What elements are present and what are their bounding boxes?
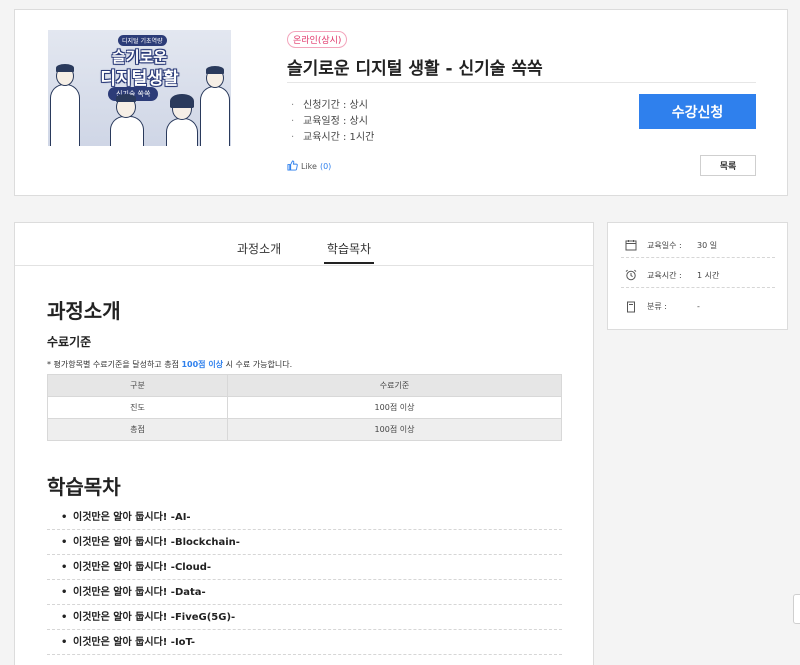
content-tabs: 과정소개 학습목차 [15, 223, 593, 266]
summary-label: 분류 : [647, 302, 667, 311]
list-item: 이것만은 알아 둡시다! -FiveG(5G)- [47, 605, 562, 630]
summary-category: 분류 : - [621, 294, 775, 319]
summary-label: 교육일수 : [647, 240, 682, 250]
summary-value: 1 시간 [697, 270, 720, 280]
criteria-table: 구분 수료기준 진도 100점 이상 총점 100점 이상 [47, 374, 562, 441]
tab-curriculum[interactable]: 학습목차 [324, 240, 374, 264]
alarm-clock-icon [625, 269, 637, 281]
thumbnail-badge: 디지털 기초역량 [118, 35, 167, 46]
course-type-tag: 온라인(상시) [287, 31, 348, 48]
table-header: 구분 [47, 374, 228, 397]
summary-label: 교육시간 : [647, 270, 682, 280]
table-cell: 진도 [47, 396, 228, 419]
scroll-to-top-button[interactable] [793, 594, 800, 624]
course-thumbnail[interactable]: 디지털 기초역량 슬기로운 디지털생활 신기술 쏙쏙 [48, 30, 231, 146]
summary-value: - [697, 302, 700, 311]
apply-button[interactable]: 수강신청 [639, 94, 756, 129]
table-header: 수료기준 [227, 374, 562, 397]
divider [287, 82, 756, 83]
table-header-row: 구분 수료기준 [47, 374, 562, 397]
like-button[interactable]: Like (0) [287, 160, 331, 173]
calendar-icon [625, 239, 637, 251]
course-summary-card: 교육일수 : 30 일 교육시간 : 1 시간 분류 : - [607, 222, 788, 330]
like-count: (0) [319, 162, 332, 171]
note-highlight: 100점 이상 [181, 360, 224, 369]
tab-course-intro[interactable]: 과정소개 [237, 240, 281, 257]
table-cell: 총점 [47, 418, 228, 441]
list-button[interactable]: 목록 [700, 155, 756, 176]
table-cell: 100점 이상 [227, 396, 562, 419]
note-suffix: 시 수료 가능합니다. [223, 360, 293, 369]
summary-days: 교육일수 : 30 일 [621, 233, 775, 258]
list-item: 이것만은 알아 둡시다! -AI- [47, 505, 562, 530]
criteria-note: * 평가항목별 수료기준을 달성하고 총점 100점 이상 시 수료 가능합니다… [47, 359, 292, 370]
like-label: Like [301, 162, 317, 171]
note-prefix: * 평가항목별 수료기준을 달성하고 총점 [47, 360, 182, 369]
info-apply-period: 신청기간 : 상시 [287, 98, 374, 114]
list-item: 이것만은 알아 둡시다! -Data- [47, 580, 562, 605]
list-item: 이것만은 알아 둡시다! -IoT- [47, 630, 562, 655]
course-content-card: 과정소개 학습목차 과정소개 수료기준 * 평가항목별 수료기준을 달성하고 총… [14, 222, 594, 665]
info-schedule: 교육일정 : 상시 [287, 114, 374, 130]
table-cell: 100점 이상 [227, 418, 562, 441]
list-item: 이것만은 알아 둡시다! -Cloud- [47, 555, 562, 580]
info-duration: 교육시간 : 1시간 [287, 130, 374, 146]
document-icon [625, 301, 637, 313]
list-item: 이것만은 알아 둡시다! -Blockchain- [47, 530, 562, 555]
thumbs-up-icon [287, 160, 298, 173]
course-info-list: 신청기간 : 상시 교육일정 : 상시 교육시간 : 1시간 [287, 98, 374, 146]
intro-heading: 과정소개 [47, 299, 121, 323]
table-row: 총점 100점 이상 [47, 418, 562, 441]
summary-value: 30 일 [697, 240, 718, 250]
curriculum-heading: 학습목차 [47, 475, 121, 499]
table-row: 진도 100점 이상 [47, 396, 562, 419]
thumbnail-title-line2: 디지털생활 [100, 69, 179, 89]
summary-time: 교육시간 : 1 시간 [621, 263, 775, 288]
course-title: 슬기로운 디지털 생활 - 신기술 쏙쏙 [287, 59, 543, 79]
criteria-heading: 수료기준 [47, 335, 92, 349]
course-header-card: 디지털 기초역량 슬기로운 디지털생활 신기술 쏙쏙 온라인(상시) 슬기로운 … [14, 9, 788, 196]
curriculum-list: 이것만은 알아 둡시다! -AI- 이것만은 알아 둡시다! -Blockcha… [47, 505, 562, 655]
